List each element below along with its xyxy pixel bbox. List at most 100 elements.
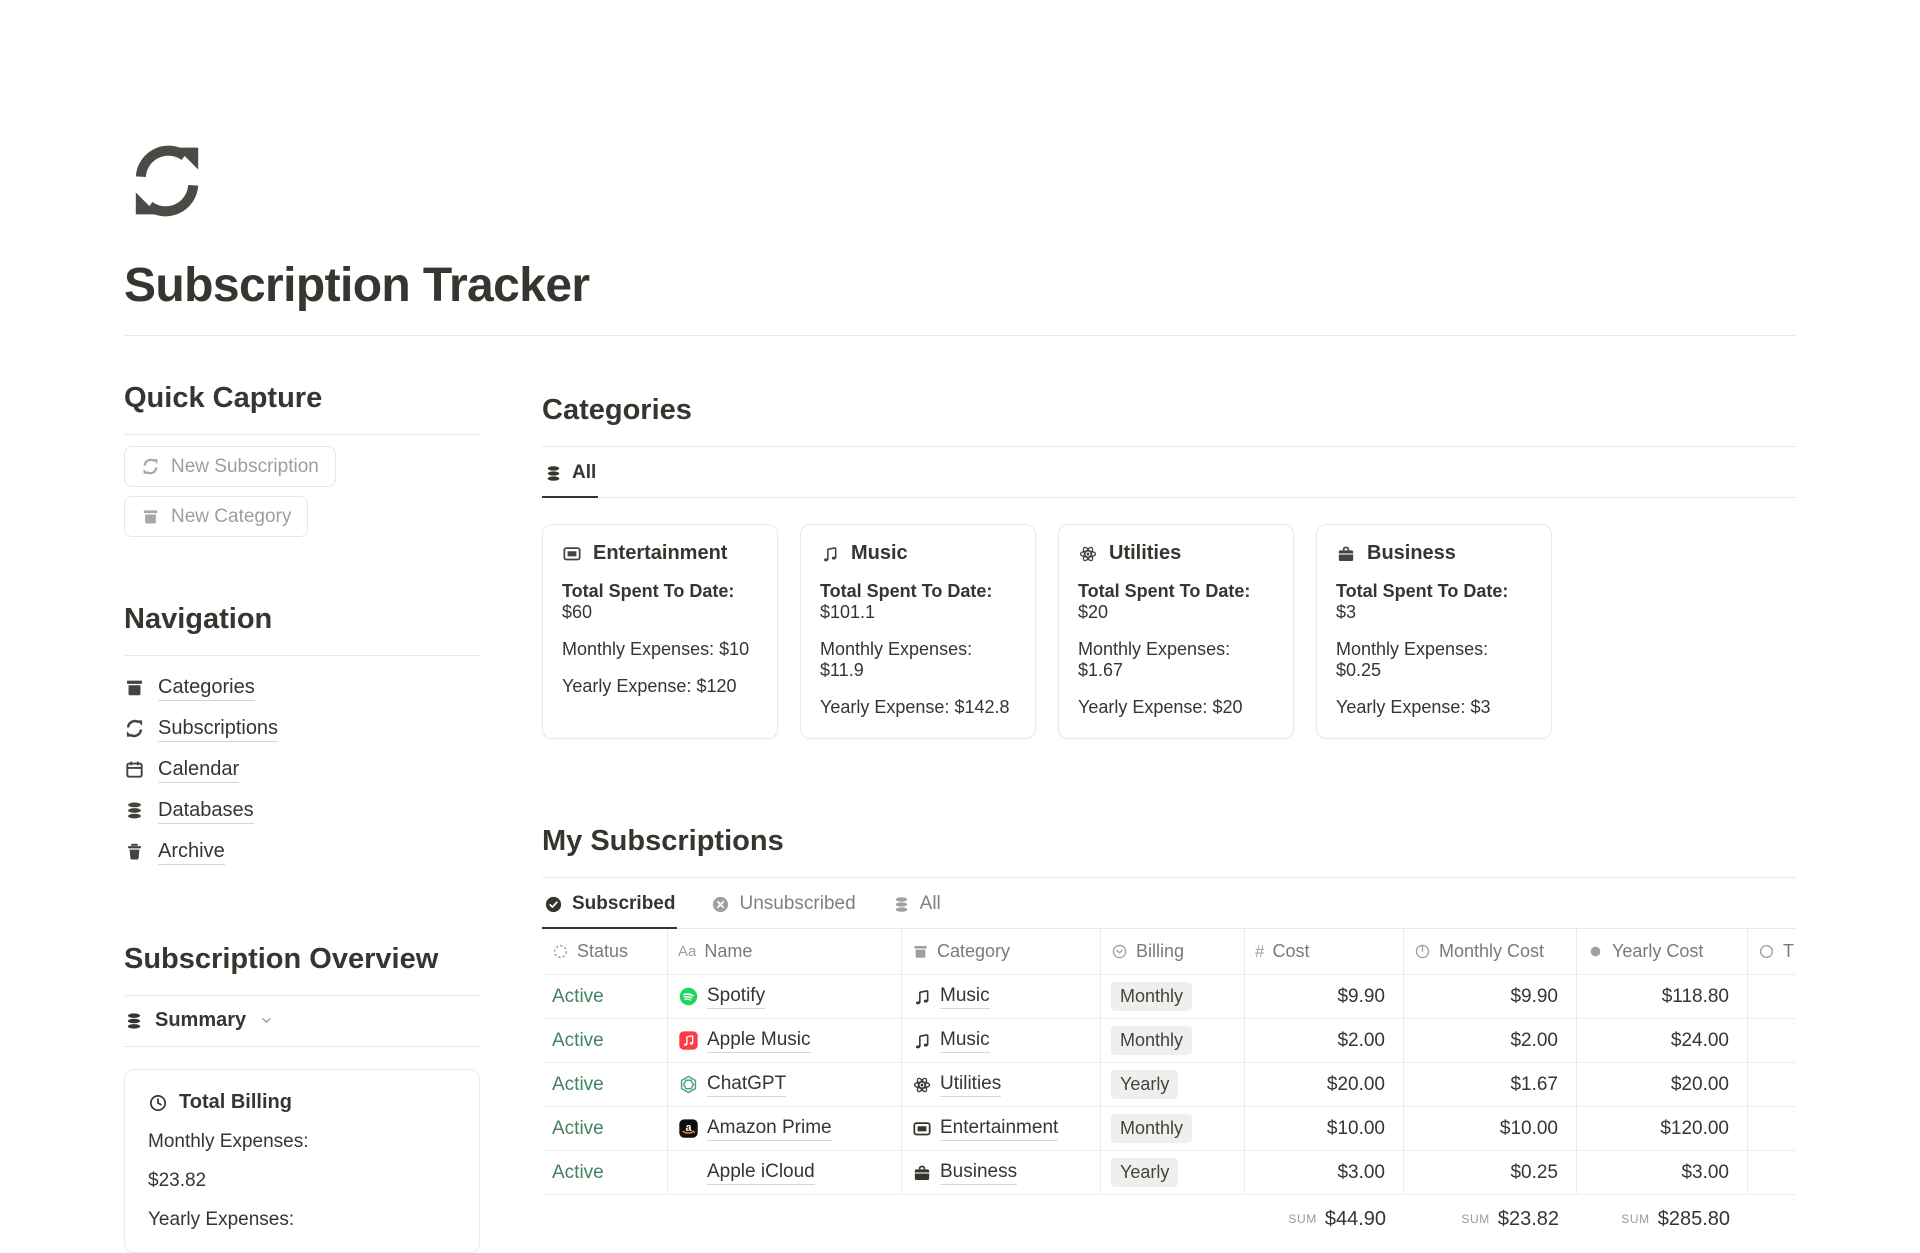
sidebar-item-categories[interactable]: Categories: [124, 667, 480, 708]
cost-cell[interactable]: $2.00: [1245, 1019, 1404, 1062]
subscription-name-link[interactable]: ChatGPT: [707, 1072, 786, 1097]
cost-cell[interactable]: $20.00: [1245, 1063, 1404, 1106]
cost-cell[interactable]: $9.90: [1245, 975, 1404, 1018]
subscription-name-link[interactable]: Apple Music: [707, 1028, 811, 1053]
category-cell[interactable]: Music: [902, 1019, 1101, 1062]
subscription-name-link[interactable]: Spotify: [707, 984, 765, 1009]
new-category-button[interactable]: New Category: [124, 496, 308, 537]
categories-heading: Categories: [542, 394, 1796, 427]
name-cell[interactable]: ChatGPT: [668, 1063, 902, 1106]
sidebar-item-subscriptions[interactable]: Subscriptions: [124, 708, 480, 749]
category-cell[interactable]: Utilities: [902, 1063, 1101, 1106]
tab-all-subscriptions[interactable]: All: [890, 878, 943, 929]
category-card-entertainment[interactable]: Entertainment Total Spent To Date: $60 M…: [542, 524, 778, 739]
my-subscriptions-heading: My Subscriptions: [542, 825, 1796, 858]
cost-cell[interactable]: $10.00: [1245, 1107, 1404, 1150]
yearly-cost-cell[interactable]: $3.00: [1577, 1151, 1748, 1194]
status-cell[interactable]: Active: [542, 975, 668, 1018]
status-cell[interactable]: Active: [542, 1019, 668, 1062]
status-cell[interactable]: Active: [542, 1107, 668, 1150]
monthly-expenses-label: Monthly Expenses:: [148, 1131, 456, 1153]
billing-cell[interactable]: Monthly: [1101, 1107, 1245, 1150]
monthly-cost-cell[interactable]: $2.00: [1404, 1019, 1577, 1062]
name-cell[interactable]: Apple iCloud: [668, 1151, 902, 1194]
page-icon sync-icon[interactable]: [124, 138, 210, 224]
billing-cell[interactable]: Yearly: [1101, 1151, 1245, 1194]
yearly-expense-label: Yearly Expense:: [562, 676, 691, 696]
monthly-cost-cell[interactable]: $0.25: [1404, 1151, 1577, 1194]
column-header-truncated[interactable]: T: [1748, 929, 1796, 974]
column-header-monthly-cost[interactable]: Monthly Cost: [1404, 929, 1577, 974]
yearly-cost-cell[interactable]: $120.00: [1577, 1107, 1748, 1150]
tab-subscribed[interactable]: Subscribed: [542, 878, 677, 929]
monthly-cost-cell[interactable]: $1.67: [1404, 1063, 1577, 1106]
category-cell[interactable]: Business: [902, 1151, 1101, 1194]
category-card-music[interactable]: Music Total Spent To Date: $101.1 Monthl…: [800, 524, 1036, 739]
column-header-category[interactable]: Category: [902, 929, 1101, 974]
yearly-cost-cell[interactable]: $24.00: [1577, 1019, 1748, 1062]
subscription-name-link[interactable]: Apple iCloud: [707, 1160, 815, 1185]
page-title[interactable]: Subscription Tracker: [124, 258, 1796, 313]
billing-cell[interactable]: Yearly: [1101, 1063, 1245, 1106]
sidebar-item-calendar[interactable]: Calendar: [124, 749, 480, 790]
billing-cell[interactable]: Monthly: [1101, 1019, 1245, 1062]
sidebar-item-label[interactable]: Calendar: [158, 757, 239, 783]
category-card-business[interactable]: Business Total Spent To Date: $3 Monthly…: [1316, 524, 1552, 739]
sidebar-item-label[interactable]: Archive: [158, 839, 225, 865]
category-link[interactable]: Utilities: [940, 1072, 1001, 1097]
column-header-billing[interactable]: Billing: [1101, 929, 1245, 974]
sidebar-item-databases[interactable]: Databases: [124, 790, 480, 831]
tab-all-categories[interactable]: All: [542, 447, 598, 498]
truncated-cell[interactable]: [1748, 1151, 1796, 1194]
category-link[interactable]: Music: [940, 984, 990, 1009]
summary-view-toggle[interactable]: Summary: [124, 996, 480, 1046]
monthly-cost-cell[interactable]: $10.00: [1404, 1107, 1577, 1150]
database-icon: [892, 895, 911, 914]
yearly-cost-cell[interactable]: $20.00: [1577, 1063, 1748, 1106]
billing-pill: Yearly: [1111, 1158, 1178, 1187]
sidebar-item-archive[interactable]: Archive: [124, 831, 480, 872]
navigation-heading: Navigation: [124, 603, 480, 636]
monthly-cost-cell[interactable]: $9.90: [1404, 975, 1577, 1018]
name-cell[interactable]: Apple Music: [668, 1019, 902, 1062]
truncated-cell[interactable]: [1748, 1063, 1796, 1106]
truncated-cell[interactable]: [1748, 1107, 1796, 1150]
category-link[interactable]: Music: [940, 1028, 990, 1053]
tab-unsubscribed[interactable]: Unsubscribed: [709, 878, 857, 929]
name-cell[interactable]: Spotify: [668, 975, 902, 1018]
sidebar-item-label[interactable]: Subscriptions: [158, 716, 278, 742]
tab-label: Unsubscribed: [739, 893, 855, 915]
category-cell[interactable]: Entertainment: [902, 1107, 1101, 1150]
sidebar-item-label[interactable]: Categories: [158, 675, 255, 701]
category-link[interactable]: Business: [940, 1160, 1017, 1185]
cost-sum[interactable]: SUM $44.90: [1245, 1195, 1404, 1243]
total-spent-label: Total Spent To Date:: [562, 581, 734, 601]
cost-cell[interactable]: $3.00: [1245, 1151, 1404, 1194]
column-label: Billing: [1136, 941, 1184, 962]
column-label: Name: [704, 941, 752, 962]
sidebar: Quick Capture New Subscription New Categ…: [124, 382, 480, 1253]
column-header-status[interactable]: Status: [542, 929, 668, 974]
status-cell[interactable]: Active: [542, 1151, 668, 1194]
column-header-name[interactable]: Aa Name: [668, 929, 902, 974]
truncated-cell[interactable]: [1748, 1019, 1796, 1062]
column-label: T: [1783, 941, 1794, 962]
category-card-utilities[interactable]: Utilities Total Spent To Date: $20 Month…: [1058, 524, 1294, 739]
category-card-name: Music: [851, 542, 908, 565]
new-subscription-button[interactable]: New Subscription: [124, 446, 336, 487]
status-value: Active: [552, 986, 604, 1008]
category-cell[interactable]: Music: [902, 975, 1101, 1018]
monthly-cost-sum[interactable]: SUM $23.82: [1404, 1195, 1577, 1243]
yearly-cost-sum[interactable]: SUM $285.80: [1577, 1195, 1748, 1243]
yearly-cost-cell[interactable]: $118.80: [1577, 975, 1748, 1018]
sidebar-item-label[interactable]: Databases: [158, 798, 254, 824]
subscription-name-link[interactable]: Amazon Prime: [707, 1116, 832, 1141]
truncated-cell[interactable]: [1748, 975, 1796, 1018]
status-cell[interactable]: Active: [542, 1063, 668, 1106]
column-header-yearly-cost[interactable]: Yearly Cost: [1577, 929, 1748, 974]
name-cell[interactable]: Amazon Prime: [668, 1107, 902, 1150]
billing-cell[interactable]: Monthly: [1101, 975, 1245, 1018]
column-header-cost[interactable]: # Cost: [1245, 929, 1404, 974]
category-link[interactable]: Entertainment: [940, 1116, 1058, 1141]
main-content: Categories All Entertainment Total Sp: [542, 382, 1796, 1253]
